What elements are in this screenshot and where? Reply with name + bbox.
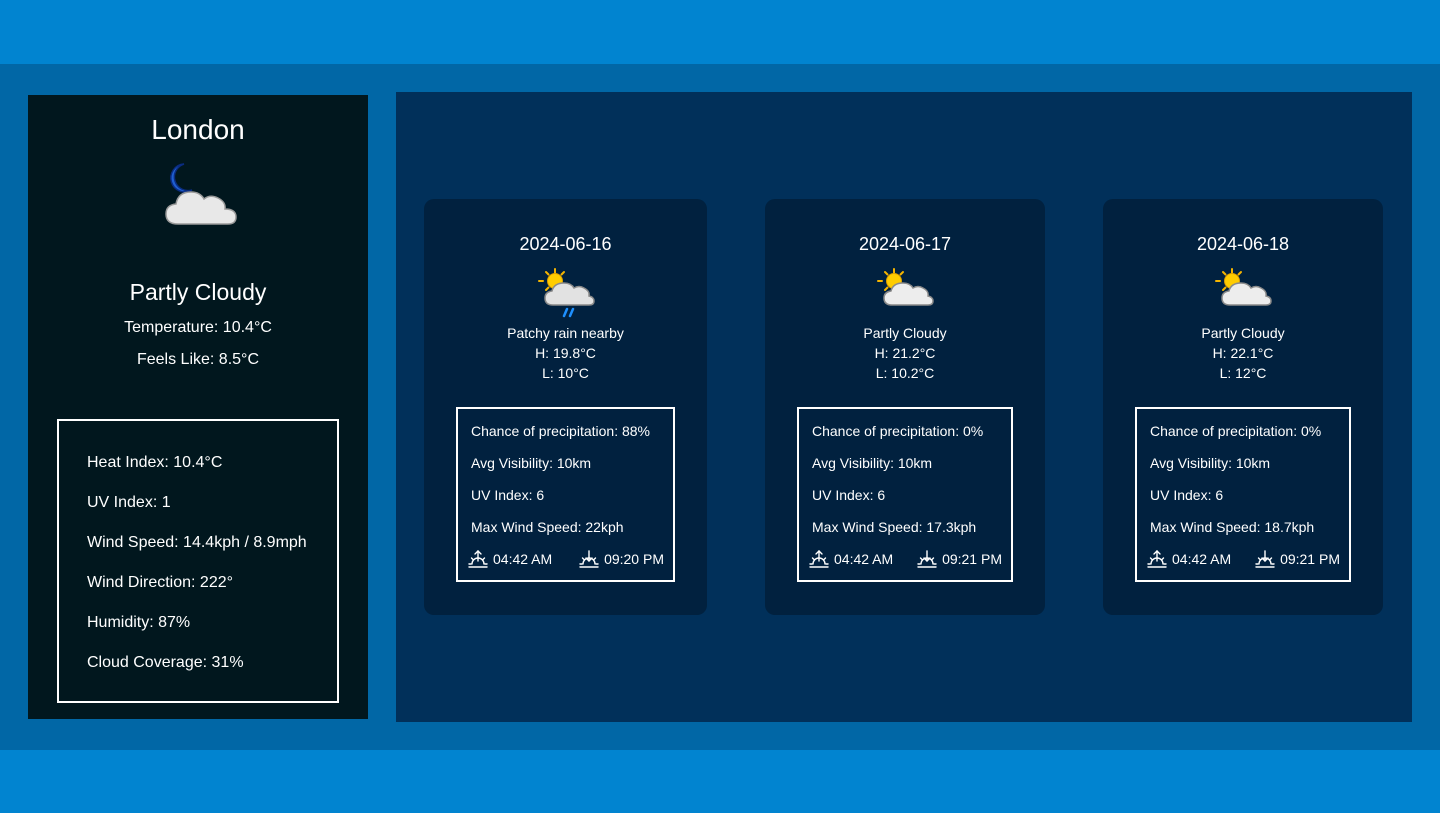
forecast-low: L: 12°C xyxy=(1219,365,1267,381)
forecast-details-box: Chance of precipitation: 0% Avg Visibili… xyxy=(1135,407,1351,582)
uv-index: UV Index: 6 xyxy=(471,487,545,503)
forecast-high: H: 22.1°C xyxy=(1212,345,1274,361)
precip-chance: Chance of precipitation: 0% xyxy=(1150,423,1322,439)
sun-cloud-rain-icon xyxy=(537,268,595,318)
sunset-icon xyxy=(1255,550,1275,568)
wind-direction: Wind Direction: 222° xyxy=(87,574,234,591)
forecast-date: 2024-06-18 xyxy=(1196,234,1290,254)
sun-cloud-icon xyxy=(877,268,934,306)
sunset-icon xyxy=(917,550,937,568)
forecast-high: H: 21.2°C xyxy=(874,345,936,361)
sunrise-icon xyxy=(1147,550,1167,568)
current-feels-like: Feels Like: 8.5°C xyxy=(136,351,259,368)
sun-times: 04:42 AM 09:21 PM xyxy=(808,548,1002,570)
forecast-details-box: Chance of precipitation: 88% Avg Visibil… xyxy=(456,407,675,582)
sunset-time: 09:21 PM xyxy=(1280,551,1340,567)
avg-visibility: Avg Visibility: 10km xyxy=(1150,455,1271,471)
wind-speed: Wind Speed: 14.4kph / 8.9mph xyxy=(87,534,307,551)
sunrise: 04:42 AM xyxy=(1146,548,1231,570)
sunrise: 04:42 AM xyxy=(467,548,552,570)
sunrise-icon xyxy=(468,550,488,568)
precip-chance: Chance of precipitation: 88% xyxy=(471,423,650,439)
current-temperature: Temperature: 10.4°C xyxy=(124,319,272,336)
uv-index: UV Index: 6 xyxy=(1150,487,1224,503)
sunrise-icon xyxy=(809,550,829,568)
forecast-low: L: 10.2°C xyxy=(875,365,935,381)
sunrise-time: 04:42 AM xyxy=(1172,551,1232,567)
max-wind-speed: Max Wind Speed: 17.3kph xyxy=(812,519,977,535)
sunrise-time: 04:42 AM xyxy=(834,551,894,567)
sunset-time: 09:20 PM xyxy=(604,551,664,567)
sun-times: 04:42 AM 09:21 PM xyxy=(1146,548,1340,570)
sun-cloud-icon xyxy=(1215,268,1272,306)
forecast-high: H: 19.8°C xyxy=(535,345,596,361)
uv-index: UV Index: 6 xyxy=(812,487,886,503)
forecast-card: 2024-06-16 Patchy rain nearby H: 19.8°C … xyxy=(424,199,707,615)
forecast-date: 2024-06-16 xyxy=(519,234,612,254)
city-name: London xyxy=(151,114,245,145)
forecast-condition: Patchy rain nearby xyxy=(507,325,624,341)
sunrise-time: 04:42 AM xyxy=(493,551,553,567)
precip-chance: Chance of precipitation: 0% xyxy=(812,423,984,439)
sunset: 09:20 PM xyxy=(578,548,664,570)
current-condition: Partly Cloudy xyxy=(129,279,267,305)
sun-times: 04:42 AM 09:20 PM xyxy=(467,548,664,570)
humidity: Humidity: 87% xyxy=(87,614,191,631)
cloud-coverage: Cloud Coverage: 31% xyxy=(87,654,244,671)
sunset: 09:21 PM xyxy=(1254,548,1340,570)
forecast-date: 2024-06-17 xyxy=(858,234,952,254)
forecast-details-box: Chance of precipitation: 0% Avg Visibili… xyxy=(797,407,1013,582)
current-details-box: Heat Index: 10.4°C UV Index: 1 Wind Spee… xyxy=(57,419,339,703)
avg-visibility: Avg Visibility: 10km xyxy=(471,455,592,471)
max-wind-speed: Max Wind Speed: 18.7kph xyxy=(1150,519,1315,535)
heat-index: Heat Index: 10.4°C xyxy=(87,454,223,471)
forecast-condition: Partly Cloudy xyxy=(863,325,947,341)
uv-index: UV Index: 1 xyxy=(87,494,171,511)
sunrise: 04:42 AM xyxy=(808,548,893,570)
max-wind-speed: Max Wind Speed: 22kph xyxy=(471,519,624,535)
forecast-card: 2024-06-17 Partly Cloudy H: 21.2°C L: 10… xyxy=(765,199,1045,615)
sunset-icon xyxy=(579,550,599,568)
avg-visibility: Avg Visibility: 10km xyxy=(812,455,933,471)
sunset-time: 09:21 PM xyxy=(942,551,1002,567)
sunset: 09:21 PM xyxy=(916,548,1002,570)
forecast-condition: Partly Cloudy xyxy=(1201,325,1285,341)
moon-cloud-icon xyxy=(165,163,237,225)
forecast-low: L: 10°C xyxy=(542,365,589,381)
forecast-card: 2024-06-18 Partly Cloudy H: 22.1°C L: 12… xyxy=(1103,199,1383,615)
